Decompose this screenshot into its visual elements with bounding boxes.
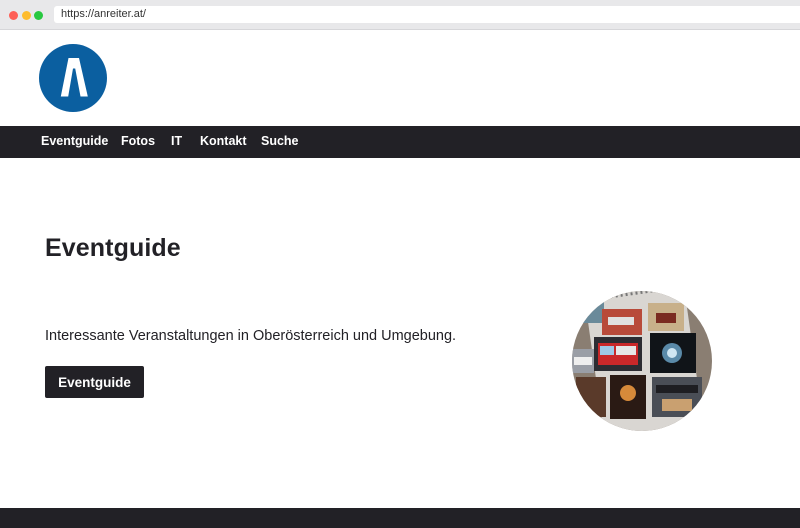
maximize-window-icon[interactable] bbox=[34, 11, 43, 20]
main-navigation: Eventguide Fotos IT Kontakt Suche bbox=[0, 126, 800, 158]
nav-item-kontakt[interactable]: Kontakt bbox=[200, 126, 247, 158]
minimize-window-icon[interactable] bbox=[22, 11, 31, 20]
nav-item-eventguide[interactable]: Eventguide bbox=[41, 126, 108, 158]
close-window-icon[interactable] bbox=[9, 11, 18, 20]
photo-collage-icon bbox=[572, 291, 712, 431]
browser-chrome: https://anreiter.at/ bbox=[0, 0, 800, 30]
nav-item-suche[interactable]: Suche bbox=[261, 126, 299, 158]
site-footer bbox=[0, 508, 800, 528]
hero-description: Interessante Veranstaltungen in Oberöste… bbox=[45, 328, 457, 344]
page-title: Eventguide bbox=[45, 234, 181, 262]
nav-item-it[interactable]: IT bbox=[171, 126, 182, 158]
eventguide-button[interactable]: Eventguide bbox=[45, 366, 144, 398]
address-bar[interactable]: https://anreiter.at/ bbox=[54, 6, 800, 23]
nav-item-fotos[interactable]: Fotos bbox=[121, 126, 155, 158]
event-photo-image bbox=[572, 291, 712, 431]
site-logo-icon[interactable] bbox=[39, 44, 107, 112]
site-header bbox=[0, 31, 800, 126]
